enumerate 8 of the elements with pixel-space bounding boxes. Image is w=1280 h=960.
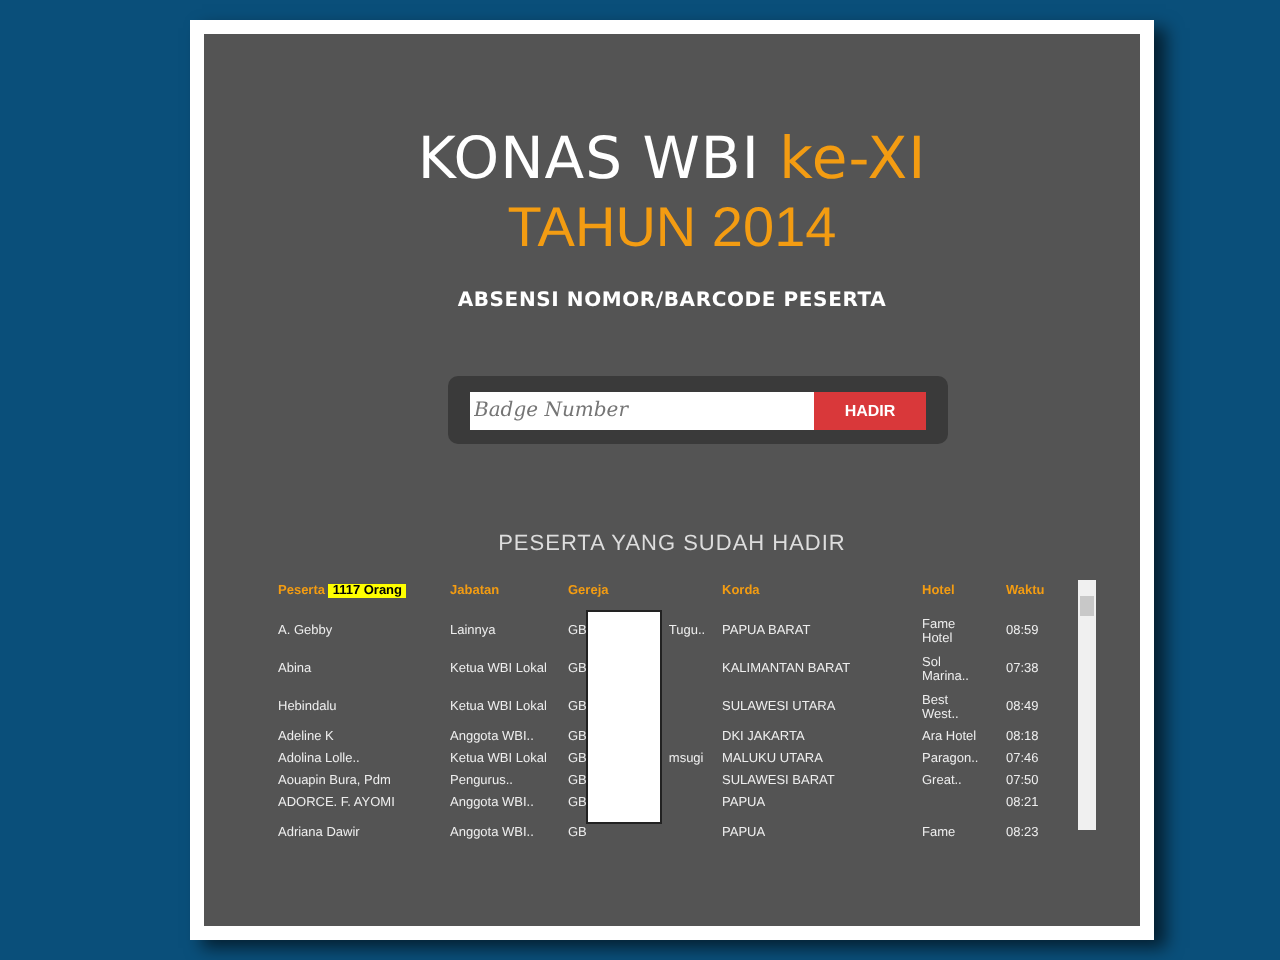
- year-title: TAHUN 2014: [507, 194, 837, 262]
- hadir-button[interactable]: HADIR: [814, 391, 926, 429]
- scrollbar[interactable]: [1078, 580, 1096, 830]
- subtitle: ABSENSI NOMOR/BARCODE PESERTA: [457, 290, 887, 312]
- badge-number-field[interactable]: Badge Number: [470, 391, 814, 429]
- event-title: KONAS WBI: [417, 124, 760, 192]
- edition-label: ke-XI: [779, 124, 927, 192]
- section-title: PESERTA YANG SUDAH HADIR: [498, 532, 846, 556]
